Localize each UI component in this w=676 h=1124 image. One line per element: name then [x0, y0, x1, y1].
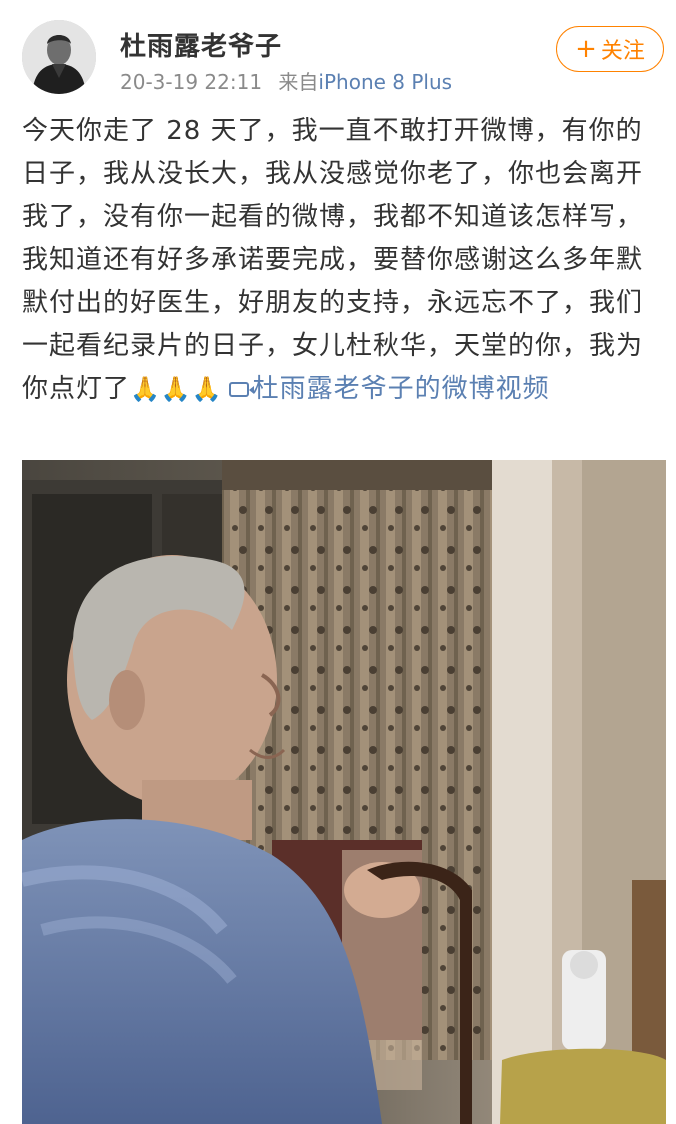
post-body: 今天你走了 28 天了，我一直不敢打开微博，有你的日子，我从没长大，我从没感觉你…	[22, 110, 662, 411]
post-device[interactable]: iPhone 8 Plus	[318, 70, 452, 94]
post-text: 今天你走了 28 天了，我一直不敢打开微博，有你的日子，我从没长大，我从没感觉你…	[22, 116, 644, 404]
follow-button[interactable]: + 关注	[556, 26, 664, 72]
post-meta: 20-3-19 22:11 来自iPhone 8 Plus	[120, 66, 452, 95]
video-link[interactable]: 杜雨露老爷子的微博视频	[223, 374, 550, 404]
avatar-image	[22, 20, 96, 94]
follow-label: 关注	[600, 39, 645, 64]
folded-hands-icon: 🙏🙏🙏	[130, 375, 223, 403]
avatar[interactable]	[22, 20, 96, 94]
photo-illustration	[22, 460, 666, 1124]
post-photo[interactable]	[22, 460, 666, 1124]
video-icon	[228, 382, 254, 397]
post-date: 20-3-19 22:11	[120, 70, 263, 94]
post-header: 杜雨露老爷子 20-3-19 22:11 来自iPhone 8 Plus + 关…	[0, 0, 676, 100]
post-source-prefix: 来自	[278, 70, 319, 94]
plus-icon: +	[575, 34, 597, 64]
author-name[interactable]: 杜雨露老爷子	[120, 26, 282, 63]
video-link-label: 杜雨露老爷子的微博视频	[252, 374, 550, 404]
